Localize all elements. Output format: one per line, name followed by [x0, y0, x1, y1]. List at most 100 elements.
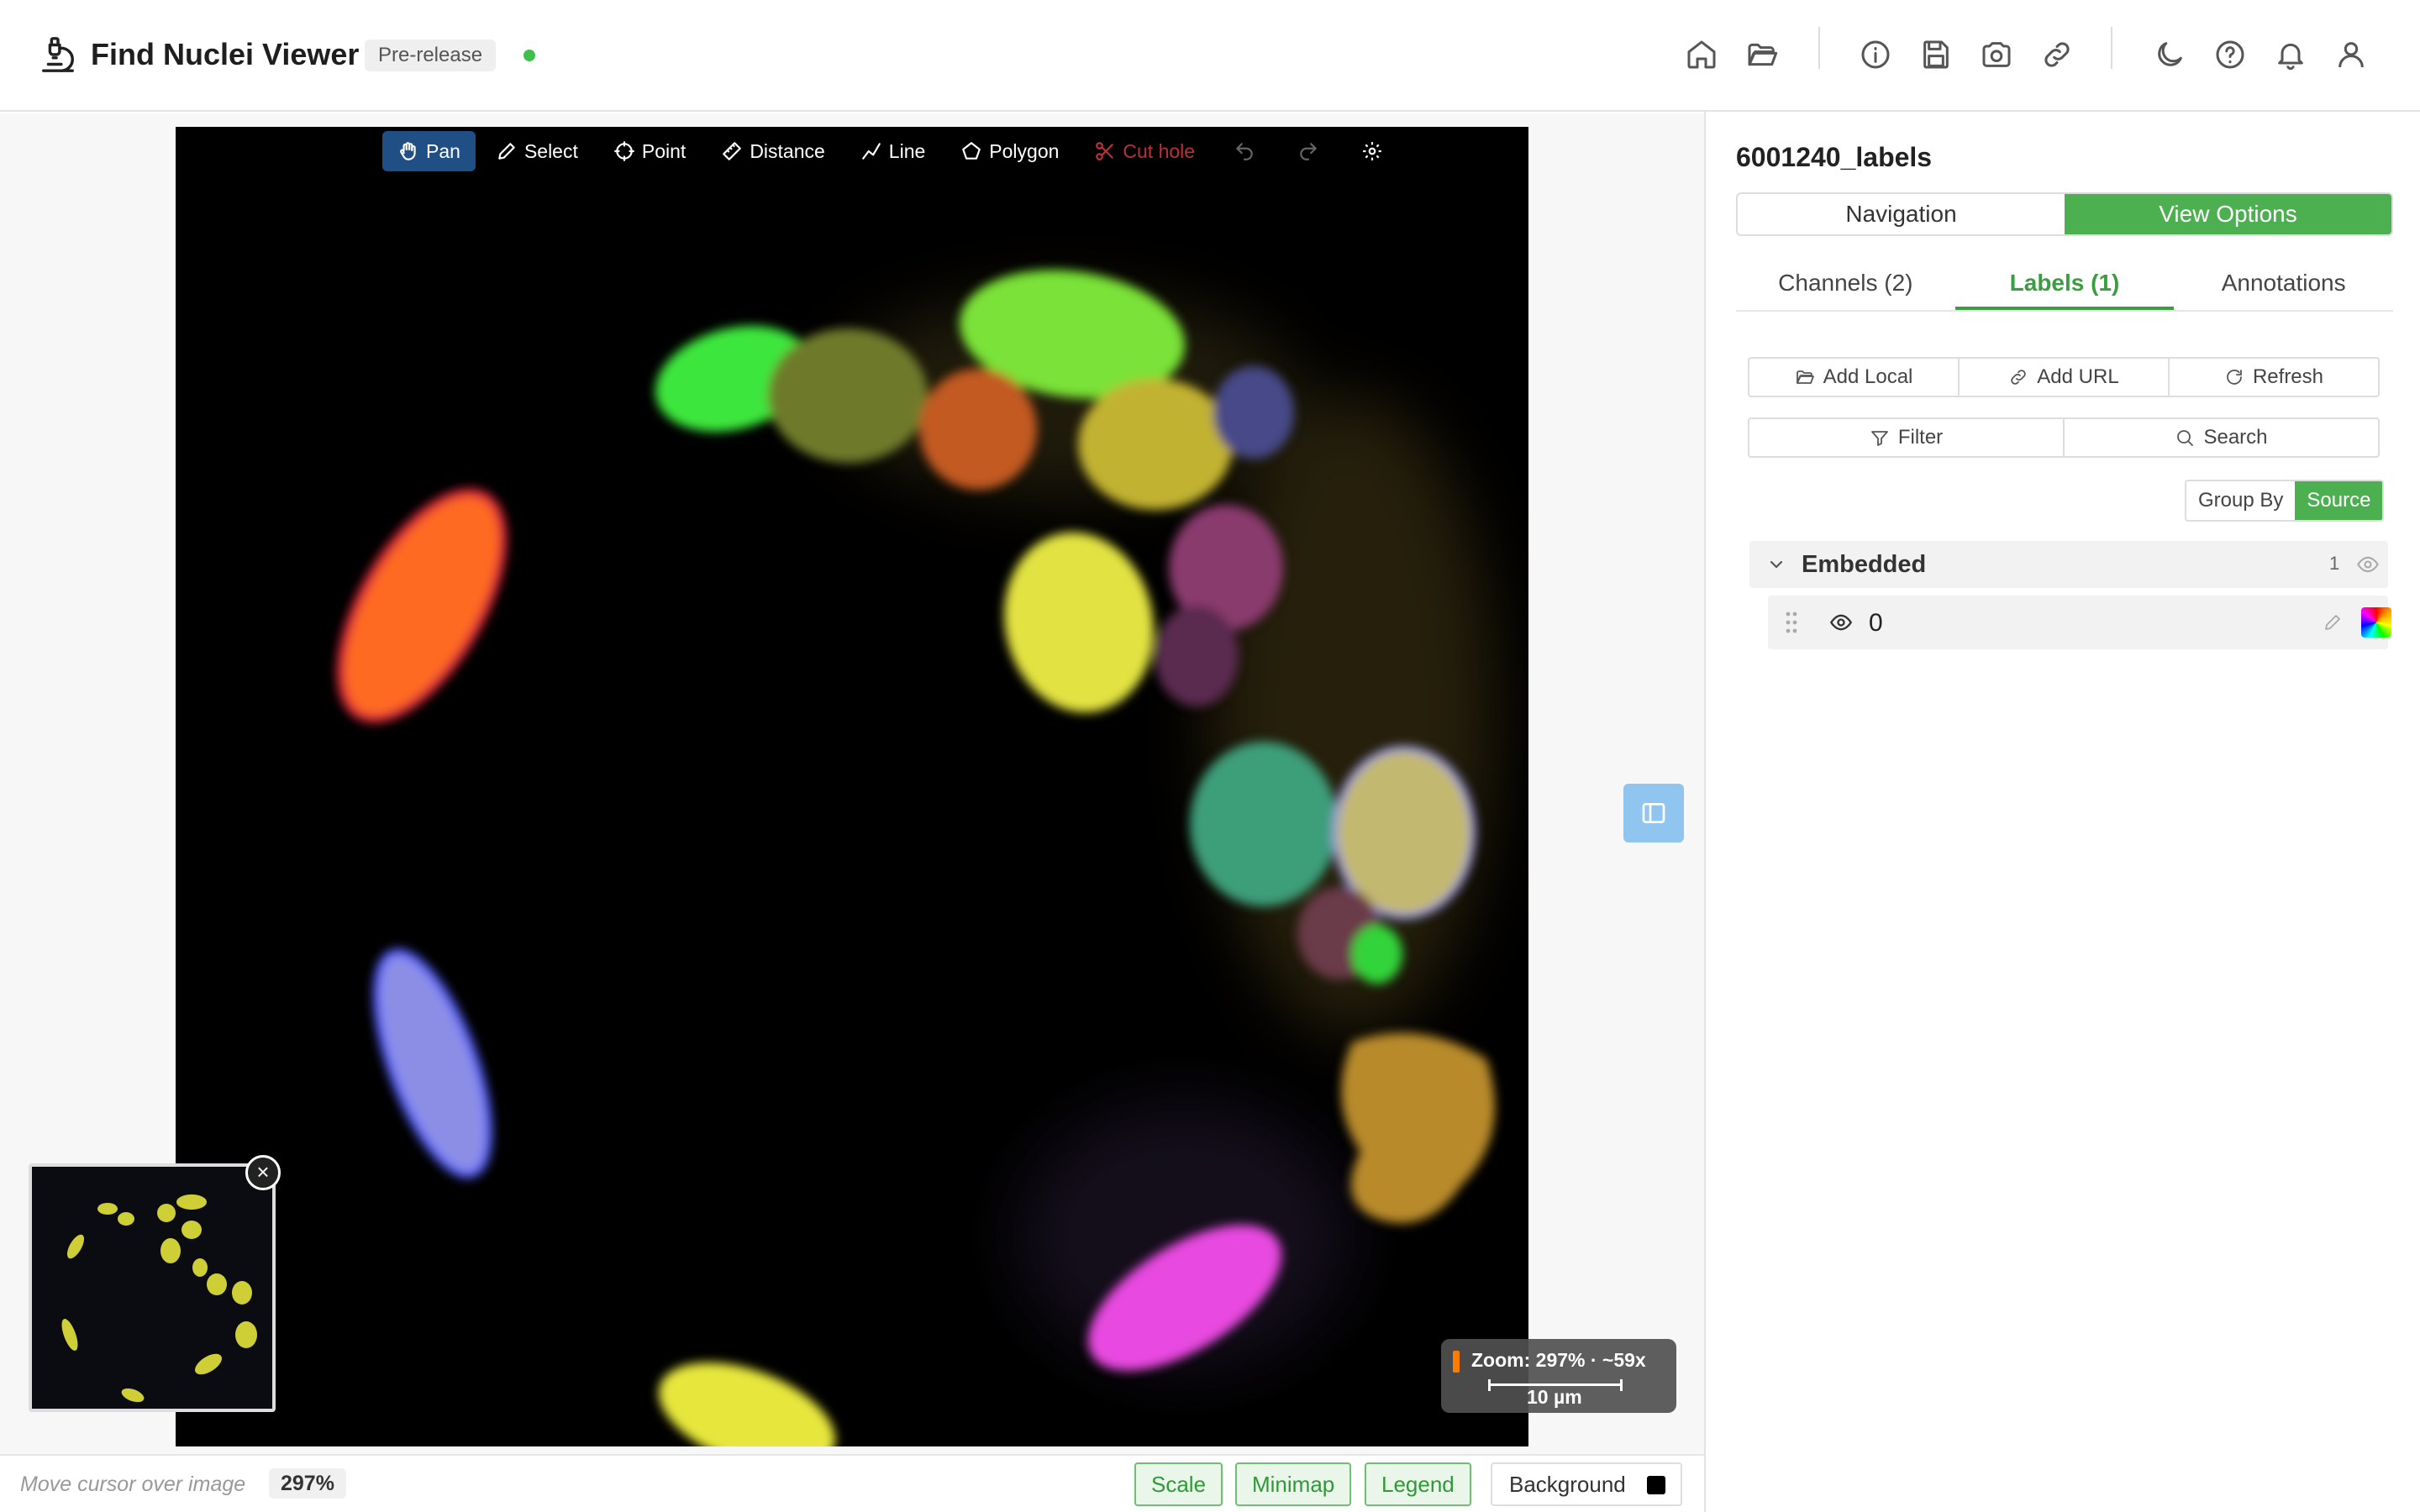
zoom-legend: Zoom: 297% · ~59x 10 µm: [1441, 1339, 1676, 1413]
layer-panel: 6001240_labels Navigation View Options C…: [1704, 112, 2420, 1512]
pencil-icon: [498, 143, 515, 160]
moon-icon[interactable]: [2153, 38, 2186, 71]
filter-label: Filter: [1897, 426, 1944, 449]
background-color-button[interactable]: Background: [1491, 1462, 1682, 1506]
link-icon: [2011, 370, 2027, 385]
add-url-button[interactable]: Add URL: [1960, 359, 2170, 396]
tab-labels[interactable]: Labels (1): [1954, 260, 2175, 310]
legend-toggle[interactable]: Legend: [1365, 1462, 1471, 1506]
cut-hole-tool-label: Cut hole: [1123, 139, 1196, 162]
group-by-control: Group By Source: [2185, 480, 2385, 522]
refresh-label: Refresh: [2252, 365, 2324, 388]
header-divider: [2111, 27, 2112, 69]
point-tool-button[interactable]: Point: [598, 131, 701, 171]
zoom-level: 297%: [269, 1468, 346, 1499]
minimap[interactable]: [29, 1163, 276, 1412]
gear-icon: [1363, 142, 1381, 160]
drag-handle-icon[interactable]: [1785, 611, 1798, 634]
user-icon[interactable]: [2334, 38, 2368, 71]
background-swatch: [1647, 1476, 1665, 1494]
pan-tool-button[interactable]: Pan: [382, 131, 476, 171]
pentagon-icon: [962, 142, 981, 160]
microscopy-image: [336, 270, 1495, 1446]
tab-annotations[interactable]: Annotations: [2174, 260, 2393, 310]
minimap-close-button[interactable]: ×: [245, 1155, 281, 1190]
group-embedded[interactable]: Embedded 1: [1749, 541, 2388, 588]
redo-button[interactable]: [1279, 131, 1338, 171]
image-canvas[interactable]: [176, 127, 1528, 1446]
microscope-icon: [39, 35, 77, 74]
point-tool-label: Point: [641, 139, 687, 162]
ruler-icon: [723, 142, 742, 160]
group-by-source[interactable]: Source: [2295, 481, 2383, 520]
add-url-label: Add URL: [2037, 365, 2119, 388]
save-icon[interactable]: [1919, 38, 1953, 71]
home-icon[interactable]: [1685, 38, 1718, 71]
filter-button[interactable]: Filter: [1749, 419, 2065, 456]
annotation-toolbar: Pan Select Point Distance Line Polygon C…: [382, 128, 1381, 175]
add-local-button[interactable]: Add Local: [1749, 359, 1960, 396]
toolbar-settings-button[interactable]: [1343, 131, 1402, 171]
search-label: Search: [2203, 426, 2268, 449]
hand-icon: [400, 142, 416, 160]
zoom-marker: [1453, 1351, 1460, 1373]
pencil-icon[interactable]: [2323, 612, 2343, 633]
line-tool-label: Line: [888, 139, 926, 162]
sidebar-icon: [1642, 803, 1665, 823]
cursor-position-text: Move cursor over image: [20, 1473, 246, 1496]
group-name: Embedded: [1802, 551, 1927, 578]
info-icon[interactable]: [1859, 38, 1892, 71]
layer-title: 6001240_labels: [1736, 142, 1933, 172]
header-divider: [1818, 27, 1820, 69]
refresh-button[interactable]: Refresh: [2170, 359, 2378, 396]
zoom-readout: Zoom: 297% · ~59x: [1471, 1349, 1646, 1371]
label-source-actions: Add Local Add URL Refresh: [1748, 357, 2380, 397]
label-layer-row[interactable]: 0: [1768, 596, 2391, 649]
add-local-label: Add Local: [1823, 365, 1913, 388]
camera-icon[interactable]: [1980, 38, 2013, 71]
filter-icon: [1870, 431, 1888, 446]
eye-icon[interactable]: [2356, 553, 2380, 576]
folder-open-icon[interactable]: [1745, 38, 1779, 71]
bell-icon[interactable]: [2274, 38, 2307, 71]
polygon-tool-button[interactable]: Polygon: [945, 131, 1074, 171]
link-icon[interactable]: [2040, 38, 2074, 71]
select-tool-button[interactable]: Select: [481, 131, 593, 171]
scissors-icon: [1096, 142, 1114, 160]
help-icon[interactable]: [2213, 38, 2247, 71]
status-bar: Move cursor over image 297% Scale Minima…: [0, 1454, 1704, 1512]
minimap-toggle[interactable]: Minimap: [1235, 1462, 1352, 1506]
chevron-down-icon[interactable]: [1766, 554, 1786, 575]
background-label: Background: [1509, 1472, 1626, 1497]
folder-open-icon: [1796, 370, 1814, 384]
scale-bar-label: 10 µm: [1527, 1386, 1582, 1408]
layer-name: 0: [1869, 609, 1883, 637]
tab-channels[interactable]: Channels (2): [1736, 260, 1955, 310]
layer-tabs: Channels (2) Labels (1) Annotations: [1736, 260, 2393, 312]
panel-mode-switch: Navigation View Options: [1736, 192, 2393, 236]
undo-button[interactable]: [1215, 131, 1274, 171]
pre-release-badge: Pre-release: [365, 39, 497, 71]
search-icon: [2177, 430, 2194, 446]
refresh-icon: [2227, 370, 2242, 385]
crosshair-icon: [613, 141, 634, 161]
scale-toggle[interactable]: Scale: [1134, 1462, 1223, 1506]
app-title: Find Nuclei Viewer: [91, 37, 360, 71]
eye-icon[interactable]: [1828, 611, 1854, 634]
line-tool-button[interactable]: Line: [845, 131, 940, 171]
cut-hole-tool-button[interactable]: Cut hole: [1079, 131, 1210, 171]
search-button[interactable]: Search: [2065, 419, 2378, 456]
panel-toggle-button[interactable]: [1623, 784, 1684, 843]
select-tool-label: Select: [523, 139, 578, 162]
distance-tool-button[interactable]: Distance: [706, 131, 839, 171]
status-indicator: [523, 50, 535, 61]
app-header: Find Nuclei Viewer Pre-release: [0, 0, 2420, 112]
colormap-swatch[interactable]: [2361, 607, 2391, 638]
navigation-tab[interactable]: Navigation: [1738, 194, 2065, 234]
polygon-tool-label: Polygon: [989, 139, 1060, 162]
group-count: 1: [2329, 553, 2340, 574]
group-by-label[interactable]: Group By: [2186, 481, 2295, 520]
view-options-tab[interactable]: View Options: [2065, 194, 2391, 234]
filter-search-row: Filter Search: [1748, 417, 2380, 458]
undo-icon: [1236, 143, 1253, 160]
